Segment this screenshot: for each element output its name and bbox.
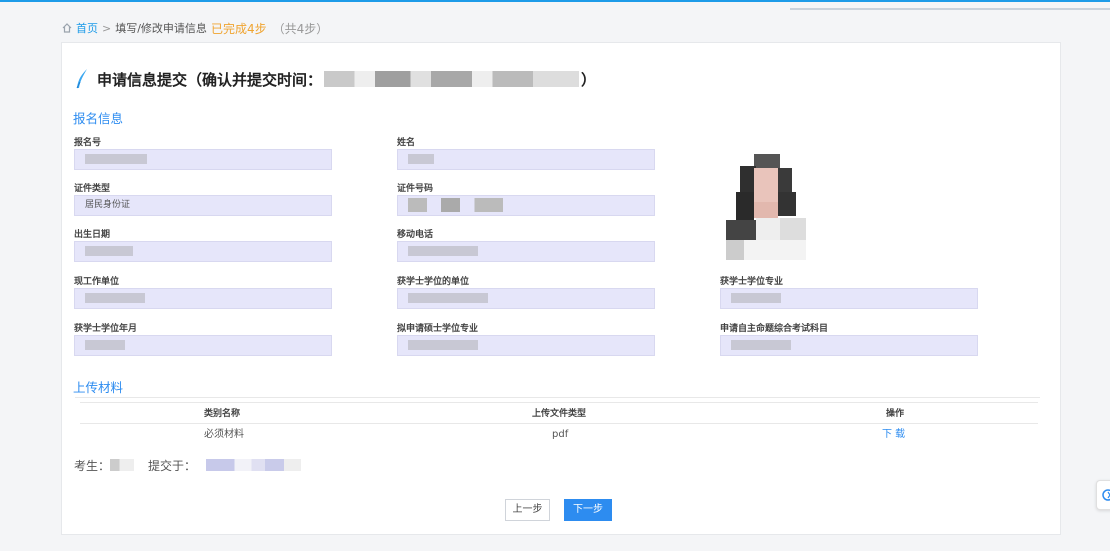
redacted-value [85,339,125,350]
redacted-value [731,292,781,303]
column-header-category: 类别名称 [204,409,241,419]
field-label-target-major: 拟申请硕士学位专业 [397,324,479,334]
cell-file-type: pdf [552,429,569,440]
progress-status: 已完成4步 [210,21,267,36]
section-registration-info: 报名信息 [73,111,124,126]
field-bachelor-institution [397,288,655,309]
field-name [397,149,655,170]
cell-category: 必须材料 [204,429,244,440]
field-birth-date [74,241,332,262]
side-floating-button[interactable] [1096,480,1110,510]
examinee-name-redacted [110,459,135,471]
redacted-value [408,339,478,350]
redacted-value [85,292,145,303]
section-upload-materials: 上传材料 [73,380,124,395]
home-icon [62,23,72,33]
section-divider [75,397,1040,398]
field-work-unit [74,288,332,309]
top-accent-bar [0,0,1110,2]
examinee-label: 考生： [74,458,111,473]
page-title-text: 申请信息提交（确认并提交时间： [97,70,323,89]
submit-time-value-redacted [206,459,302,471]
field-id-number [397,195,655,216]
field-bachelor-major [720,288,978,309]
redacted-value [85,153,147,164]
submitted-label: 提交于： [148,458,197,473]
column-header-file-type: 上传文件类型 [532,409,587,419]
field-id-type: 居民身份证 [74,195,332,216]
redacted-value [408,197,503,212]
field-label-id-type: 证件类型 [74,184,111,194]
field-exam-subject [720,335,978,356]
breadcrumb: 首页 > 填写/修改申请信息 已完成4步 （共4步） [62,20,328,36]
field-label-bachelor-date: 获学士学位年月 [74,324,138,334]
redacted-value [408,245,478,256]
field-label-name: 姓名 [397,138,416,148]
field-label-work-unit: 现工作单位 [74,277,120,287]
field-label-mobile: 移动电话 [397,230,434,240]
column-header-action: 操作 [886,409,905,419]
breadcrumb-separator: > [102,21,112,35]
download-link[interactable]: 下 载 [882,424,905,446]
materials-table-header: 类别名称 上传文件类型 操作 [80,402,1038,424]
redacted-value [731,339,791,350]
breadcrumb-home-link[interactable]: 首页 [76,20,98,36]
table-row: 必须材料 pdf 下 载 [80,424,1038,446]
field-label-bachelor-institution: 获学士学位的单位 [397,277,470,287]
next-step-button[interactable]: 下一步 [564,499,612,521]
field-target-major [397,335,655,356]
field-label-birth-date: 出生日期 [74,230,111,240]
applicant-photo [720,150,816,266]
field-label-exam-subject: 申请自主命题综合考试科目 [720,324,829,334]
redacted-value [408,292,488,303]
refresh-icon [1102,489,1110,501]
submission-footer: 考生： 提交于： [74,457,302,473]
submit-time-redacted [324,71,580,87]
field-label-bachelor-major: 获学士学位专业 [720,277,784,287]
top-divider [790,8,1110,10]
field-label-id-number: 证件号码 [397,184,434,194]
progress-total: （共4步） [272,21,329,36]
breadcrumb-current: 填写/修改申请信息 [115,22,207,35]
pen-icon [76,69,87,89]
prev-step-button[interactable]: 上一步 [505,499,550,521]
page-title-suffix: ） [581,70,597,89]
redacted-value [85,245,133,256]
page-title: 申请信息提交（确认并提交时间： ） [75,66,596,92]
field-registration-no [74,149,332,170]
field-mobile [397,241,655,262]
field-label-registration-no: 报名号 [74,138,102,148]
redacted-value [408,153,434,164]
field-bachelor-date [74,335,332,356]
